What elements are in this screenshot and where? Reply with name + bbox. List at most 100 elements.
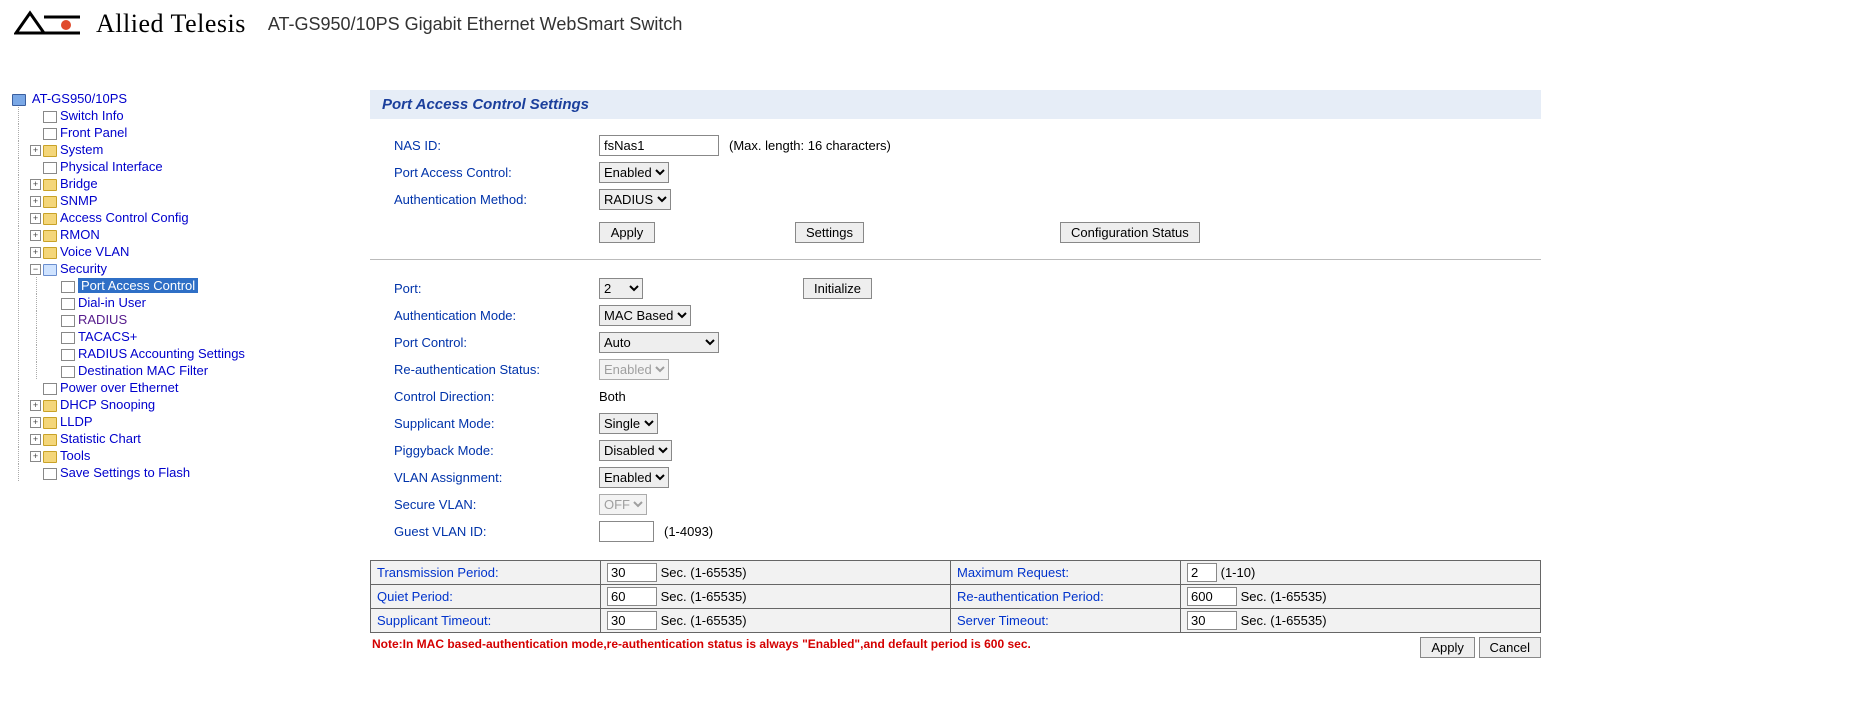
page-title: Port Access Control Settings <box>370 90 1541 119</box>
expand-icon[interactable]: + <box>30 196 41 207</box>
expand-icon[interactable]: + <box>30 179 41 190</box>
reauth-period-hint: Sec. (1-65535) <box>1241 589 1327 604</box>
vlan-assignment-select[interactable]: Enabled <box>599 467 669 488</box>
tree-dhcp-snooping[interactable]: DHCP Snooping <box>60 397 155 412</box>
tree-system[interactable]: System <box>60 142 103 157</box>
tree-switch-info[interactable]: Switch Info <box>60 108 124 123</box>
collapse-icon[interactable]: − <box>30 264 41 275</box>
tree-poe[interactable]: Power over Ethernet <box>60 380 179 395</box>
transmission-period-input[interactable] <box>607 563 657 582</box>
page-icon <box>43 383 57 395</box>
guest-vlan-id-input[interactable] <box>599 521 654 542</box>
nas-id-input[interactable] <box>599 135 719 156</box>
server-timeout-label[interactable]: Server Timeout: <box>957 613 1049 628</box>
tree-tools[interactable]: Tools <box>60 448 90 463</box>
supplicant-timeout-input[interactable] <box>607 611 657 630</box>
tree-radius[interactable]: RADIUS <box>78 312 127 327</box>
page-icon <box>43 111 57 123</box>
port-control-select[interactable]: Auto <box>599 332 719 353</box>
tree-radius-accounting[interactable]: RADIUS Accounting Settings <box>78 346 245 361</box>
tree-statistic-chart[interactable]: Statistic Chart <box>60 431 141 446</box>
settings-button[interactable]: Settings <box>795 222 864 243</box>
product-title: AT-GS950/10PS Gigabit Ethernet WebSmart … <box>268 14 683 35</box>
reauth-status-label: Re-authentication Status: <box>394 362 599 377</box>
port-access-control-select[interactable]: Enabled <box>599 162 669 183</box>
apply-button[interactable]: Apply <box>599 222 655 243</box>
nas-id-label: NAS ID: <box>394 138 599 153</box>
control-direction-value: Both <box>599 389 626 404</box>
auth-method-select[interactable]: RADIUS <box>599 189 671 210</box>
tree-dest-mac-filter[interactable]: Destination MAC Filter <box>78 363 208 378</box>
control-direction-label: Control Direction: <box>394 389 599 404</box>
tree-bridge[interactable]: Bridge <box>60 176 98 191</box>
nav-tree: AT-GS950/10PS Switch Info Front Panel + S… <box>0 48 370 658</box>
port-label: Port: <box>394 281 599 296</box>
guest-vlan-id-hint: (1-4093) <box>664 524 713 539</box>
maximum-request-hint: (1-10) <box>1221 565 1256 580</box>
tree-root[interactable]: AT-GS950/10PS <box>32 91 127 106</box>
note-text: Note:In MAC based-authentication mode,re… <box>370 633 1031 651</box>
port-access-control-label: Port Access Control: <box>394 165 599 180</box>
tree-lldp[interactable]: LLDP <box>60 414 93 429</box>
apply-button-2[interactable]: Apply <box>1420 637 1475 658</box>
tree-voice-vlan[interactable]: Voice VLAN <box>60 244 129 259</box>
reauth-period-label[interactable]: Re-authentication Period: <box>957 589 1104 604</box>
reauth-status-select: Enabled <box>599 359 669 380</box>
divider <box>370 259 1541 260</box>
params-table: Transmission Period: Sec. (1-65535) Maxi… <box>370 560 1541 633</box>
header: Allied Telesis AT-GS950/10PS Gigabit Eth… <box>0 0 1851 48</box>
piggyback-mode-select[interactable]: Disabled <box>599 440 672 461</box>
tree-acl[interactable]: Access Control Config <box>60 210 189 225</box>
expand-icon[interactable]: + <box>30 145 41 156</box>
expand-icon[interactable]: + <box>30 451 41 462</box>
page-icon <box>61 366 75 378</box>
folder-icon <box>43 145 57 157</box>
page-icon <box>43 128 57 140</box>
quiet-period-input[interactable] <box>607 587 657 606</box>
reauth-period-input[interactable] <box>1187 587 1237 606</box>
tree-front-panel[interactable]: Front Panel <box>60 125 127 140</box>
maximum-request-label[interactable]: Maximum Request: <box>957 565 1069 580</box>
quiet-period-label[interactable]: Quiet Period: <box>377 589 453 604</box>
tree-rmon[interactable]: RMON <box>60 227 100 242</box>
expand-icon[interactable]: + <box>30 400 41 411</box>
supplicant-mode-label: Supplicant Mode: <box>394 416 599 431</box>
tree-snmp[interactable]: SNMP <box>60 193 98 208</box>
expand-icon[interactable]: + <box>30 417 41 428</box>
page-icon <box>61 349 75 361</box>
folder-icon <box>43 230 57 242</box>
vlan-assignment-label: VLAN Assignment: <box>394 470 599 485</box>
page-icon <box>61 281 75 293</box>
supplicant-mode-select[interactable]: Single <box>599 413 658 434</box>
supplicant-timeout-hint: Sec. (1-65535) <box>661 613 747 628</box>
tree-physical-interface[interactable]: Physical Interface <box>60 159 163 174</box>
tree-save-settings[interactable]: Save Settings to Flash <box>60 465 190 480</box>
page-icon <box>61 298 75 310</box>
server-timeout-input[interactable] <box>1187 611 1237 630</box>
transmission-period-label[interactable]: Transmission Period: <box>377 565 499 580</box>
page-icon <box>43 162 57 174</box>
tree-dialin-user[interactable]: Dial-in User <box>78 295 146 310</box>
auth-mode-select[interactable]: MAC Based <box>599 305 691 326</box>
cancel-button[interactable]: Cancel <box>1479 637 1541 658</box>
maximum-request-input[interactable] <box>1187 563 1217 582</box>
transmission-period-hint: Sec. (1-65535) <box>661 565 747 580</box>
expand-icon[interactable]: + <box>30 247 41 258</box>
secure-vlan-label: Secure VLAN: <box>394 497 599 512</box>
configuration-status-button[interactable]: Configuration Status <box>1060 222 1200 243</box>
folder-icon <box>43 417 57 429</box>
supplicant-timeout-label[interactable]: Supplicant Timeout: <box>377 613 491 628</box>
tree-security[interactable]: Security <box>60 261 107 276</box>
initialize-button[interactable]: Initialize <box>803 278 872 299</box>
port-select[interactable]: 2 <box>599 278 643 299</box>
page-icon <box>61 315 75 327</box>
expand-icon[interactable]: + <box>30 230 41 241</box>
expand-icon[interactable]: + <box>30 213 41 224</box>
tree-tacacs[interactable]: TACACS+ <box>78 329 137 344</box>
folder-open-icon <box>43 264 57 276</box>
expand-icon[interactable]: + <box>30 434 41 445</box>
nas-id-hint: (Max. length: 16 characters) <box>729 138 891 153</box>
auth-mode-label: Authentication Mode: <box>394 308 599 323</box>
folder-icon <box>43 400 57 412</box>
tree-port-access-control[interactable]: Port Access Control <box>78 278 198 293</box>
